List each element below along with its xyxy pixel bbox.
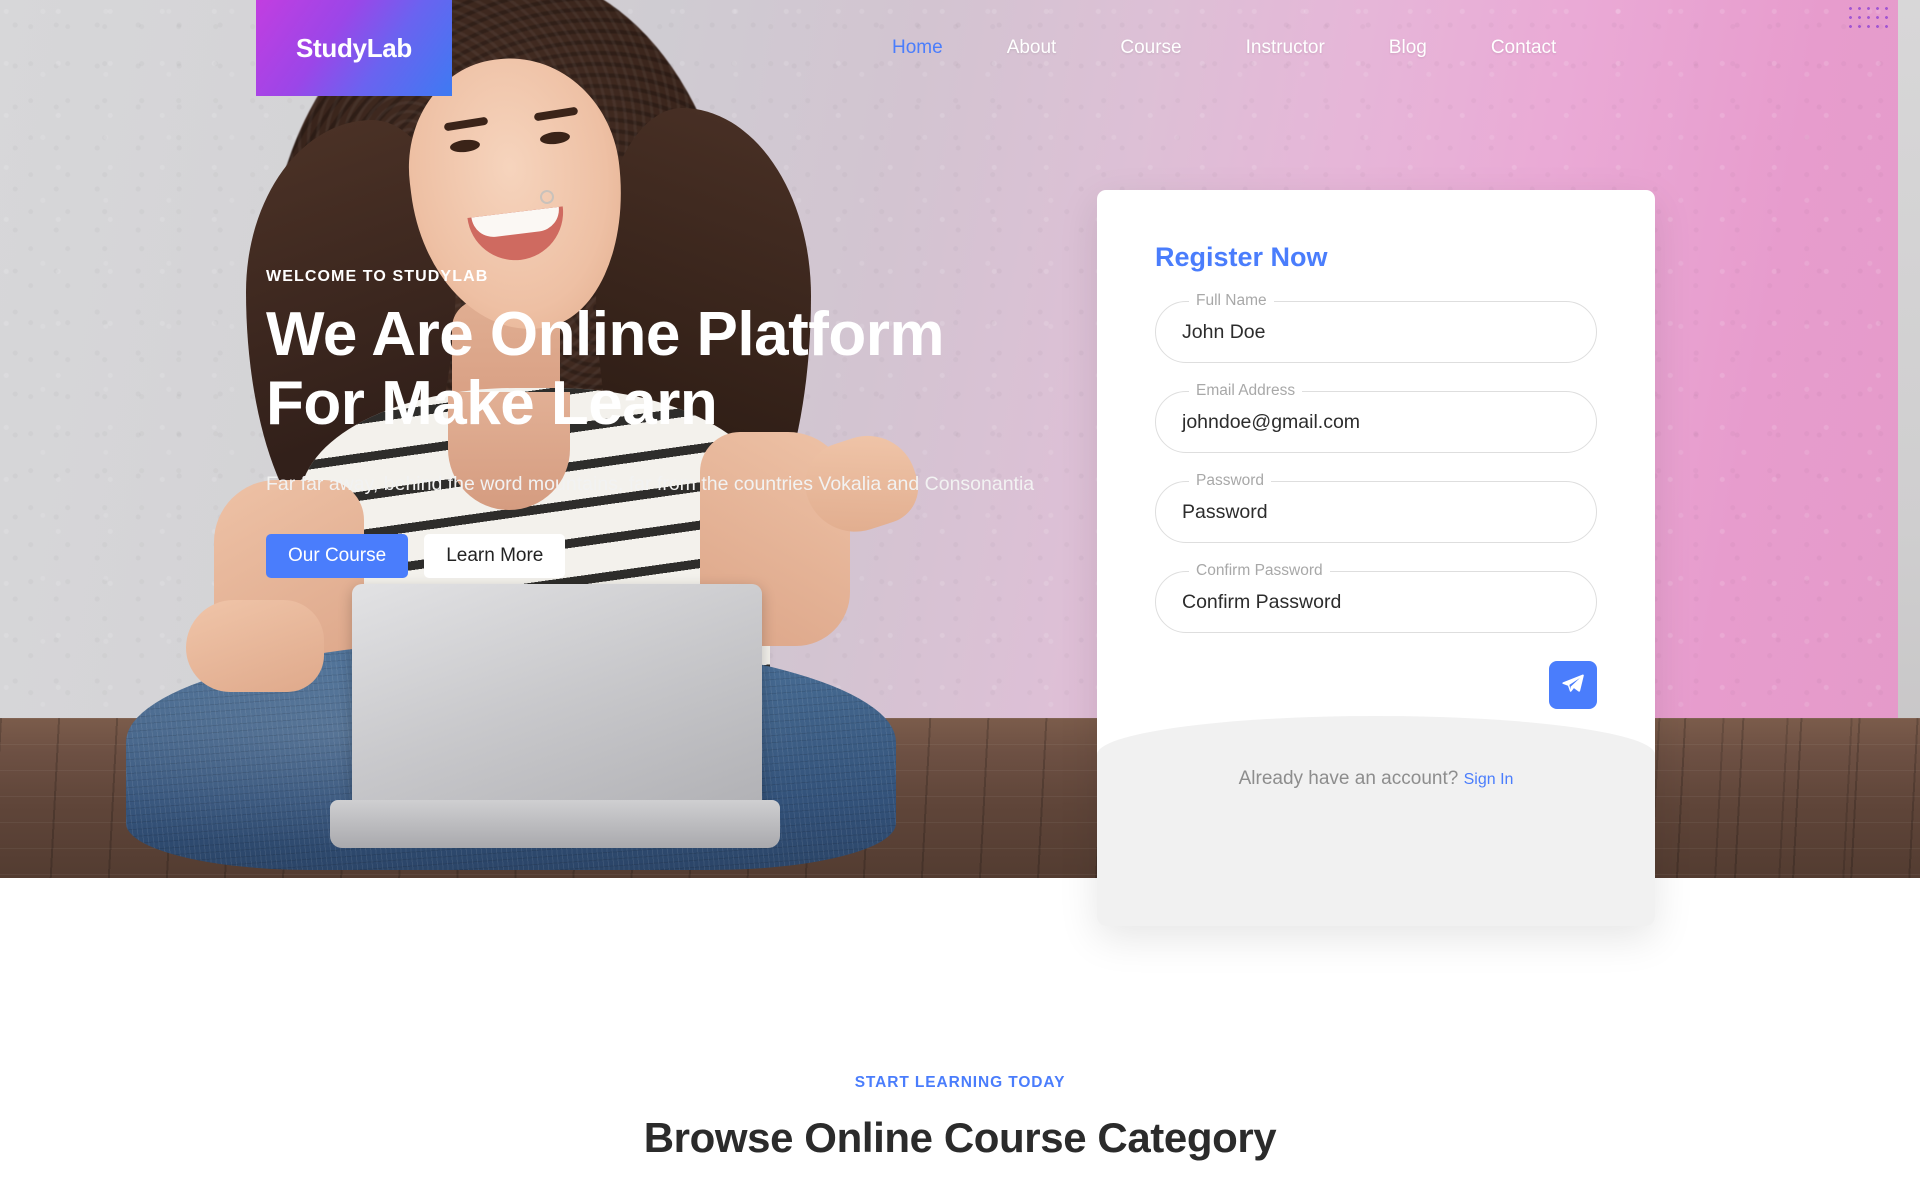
hero-subtitle: Far far away, behind the word mountains,…: [266, 472, 1035, 495]
register-form: John Doe Full Name johndoe@gmail.com Ema…: [1155, 291, 1597, 633]
hero-eyebrow: WELCOME TO STUDYLAB: [266, 268, 489, 285]
full-name-label: Full Name: [1189, 291, 1274, 311]
nav-item-contact[interactable]: Contact: [1459, 0, 1588, 96]
email-value: johndoe@gmail.com: [1182, 410, 1361, 433]
signin-prompt: Already have an account? Sign In: [1239, 768, 1514, 926]
submit-row: [1155, 661, 1597, 709]
field-password: Password Password: [1155, 471, 1597, 543]
sign-in-link[interactable]: Sign In: [1464, 771, 1514, 788]
nav-item-home[interactable]: Home: [860, 0, 975, 96]
site-header: StudyLab Home About Course Instructor Bl…: [0, 0, 1920, 98]
submit-button[interactable]: [1549, 661, 1597, 709]
logo-text: StudyLab: [295, 32, 413, 63]
password-label: Password: [1189, 471, 1272, 491]
field-full-name: John Doe Full Name: [1155, 291, 1597, 363]
nav-item-about[interactable]: About: [975, 0, 1089, 96]
register-card-footer: Already have an account? Sign In: [1097, 716, 1655, 926]
landing-page: WELCOME TO STUDYLAB We Are Online Platfo…: [0, 0, 1920, 1178]
nav-item-course[interactable]: Course: [1088, 0, 1213, 96]
main-navigation: Home About Course Instructor Blog Contac…: [860, 0, 1588, 96]
learn-more-button[interactable]: Learn More: [424, 534, 566, 579]
register-card: Register Now John Doe Full Name johndoe@…: [1097, 190, 1655, 926]
page-title: We Are Online Platform For Make Learn: [266, 300, 1066, 439]
send-icon: [1561, 672, 1585, 699]
section-eyebrow: START LEARNING TODAY: [854, 1074, 1066, 1091]
section-title: Browse Online Course Category: [643, 1114, 1277, 1161]
confirm-password-value: Confirm Password: [1182, 590, 1342, 613]
our-course-button[interactable]: Our Course: [266, 534, 409, 579]
nav-item-instructor[interactable]: Instructor: [1214, 0, 1357, 96]
hero-title-line-2: For Make Learn: [266, 369, 718, 439]
field-email-address: johndoe@gmail.com Email Address: [1155, 381, 1597, 453]
email-label: Email Address: [1189, 381, 1303, 401]
register-card-title: Register Now: [1155, 242, 1328, 272]
nav-item-blog[interactable]: Blog: [1357, 0, 1459, 96]
signin-prompt-text: Already have an account?: [1238, 768, 1464, 789]
confirm-password-label: Confirm Password: [1189, 561, 1330, 581]
full-name-value: John Doe: [1182, 320, 1266, 343]
hero-copy: WELCOME TO STUDYLAB We Are Online Platfo…: [266, 268, 1066, 579]
logo[interactable]: StudyLab: [256, 0, 452, 96]
hero-button-group: Our Course Learn More: [266, 534, 1066, 579]
field-confirm-password: Confirm Password Confirm Password: [1155, 561, 1597, 633]
hero-title-line-1: We Are Online Platform: [266, 300, 945, 369]
password-value: Password: [1182, 500, 1268, 523]
